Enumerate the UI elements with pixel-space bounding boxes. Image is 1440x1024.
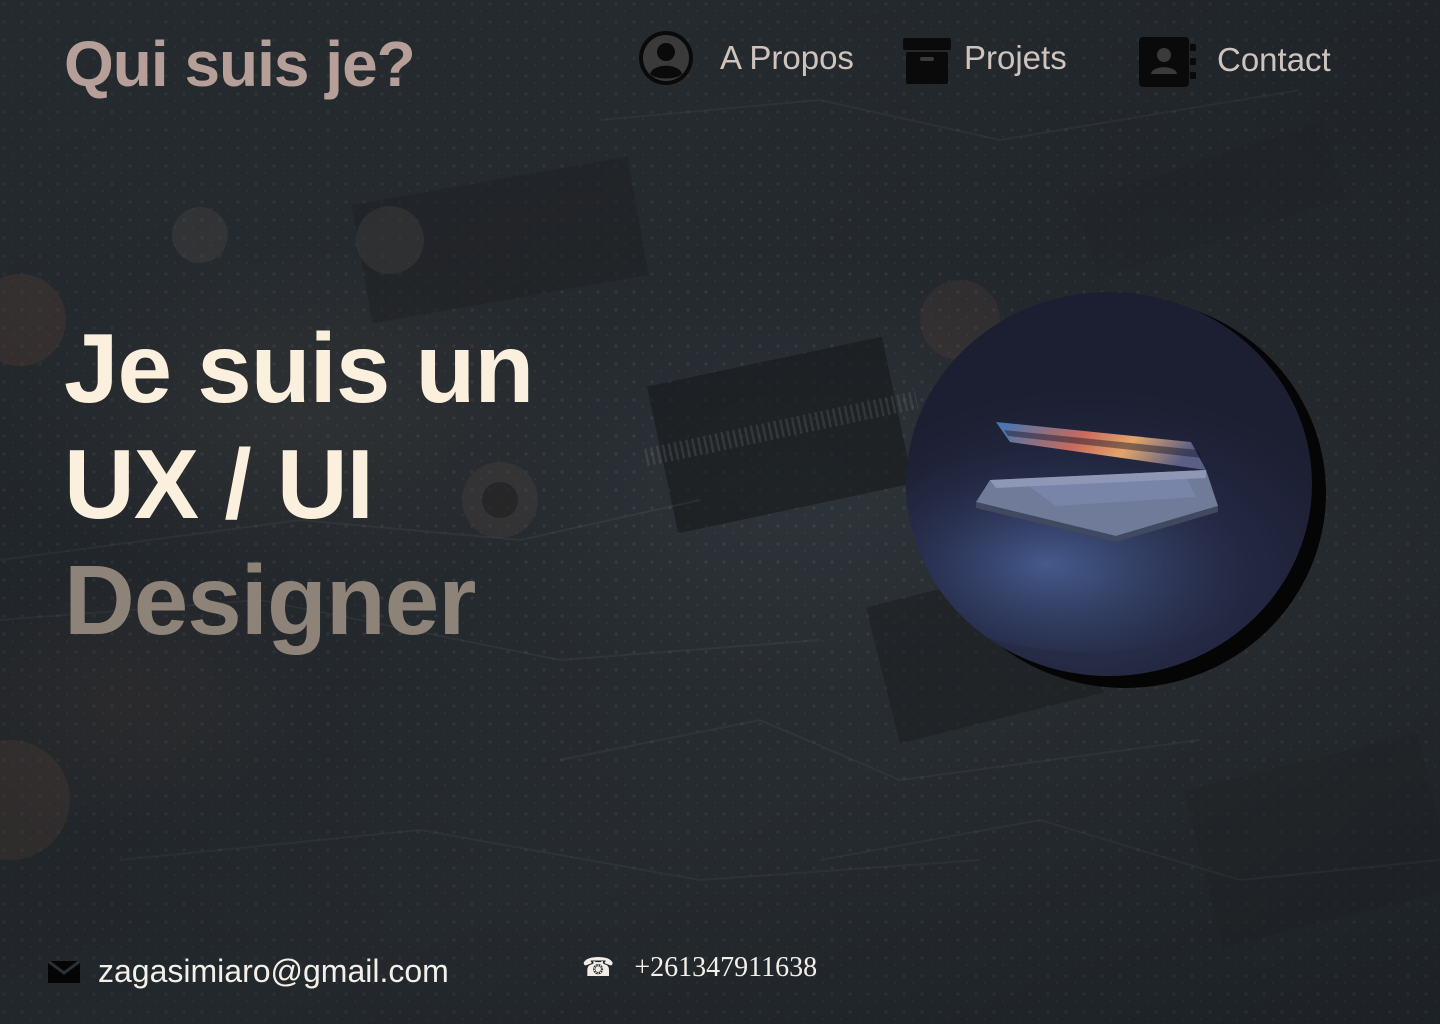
main-navigation: A Propos Projets Contact	[0, 26, 1440, 96]
hero-heading: Je suis un UX / UI Designer	[64, 310, 534, 658]
footer-email-link[interactable]: zagasimiaro@gmail.com	[48, 953, 449, 990]
archive-box-icon	[903, 38, 951, 84]
nav-label-contact: Contact	[1217, 41, 1331, 78]
footer-phone-text: +261347911638	[634, 952, 818, 983]
mail-icon	[48, 960, 80, 983]
laptop-photo	[906, 292, 1312, 676]
nav-label-projets: Projets	[964, 39, 1067, 76]
phone-icon: ☎	[582, 953, 615, 983]
hero-line-role: UX / UI	[64, 429, 374, 539]
user-circle-icon	[639, 31, 693, 85]
nav-item-projets[interactable]: Projets	[902, 30, 1067, 86]
hero-line-intro: Je suis un	[64, 313, 534, 423]
footer-phone-link[interactable]: ☎ +261347911638	[582, 952, 817, 984]
hero-line-designer: Designer	[64, 545, 476, 655]
nav-label-a-propos: A Propos	[720, 39, 854, 76]
nav-item-a-propos[interactable]: A Propos	[638, 30, 854, 86]
footer-email-text: zagasimiaro@gmail.com	[98, 953, 449, 989]
nav-item-contact[interactable]: Contact	[1137, 32, 1331, 88]
laptop-illustration	[906, 422, 1286, 652]
address-book-icon	[1139, 37, 1196, 87]
